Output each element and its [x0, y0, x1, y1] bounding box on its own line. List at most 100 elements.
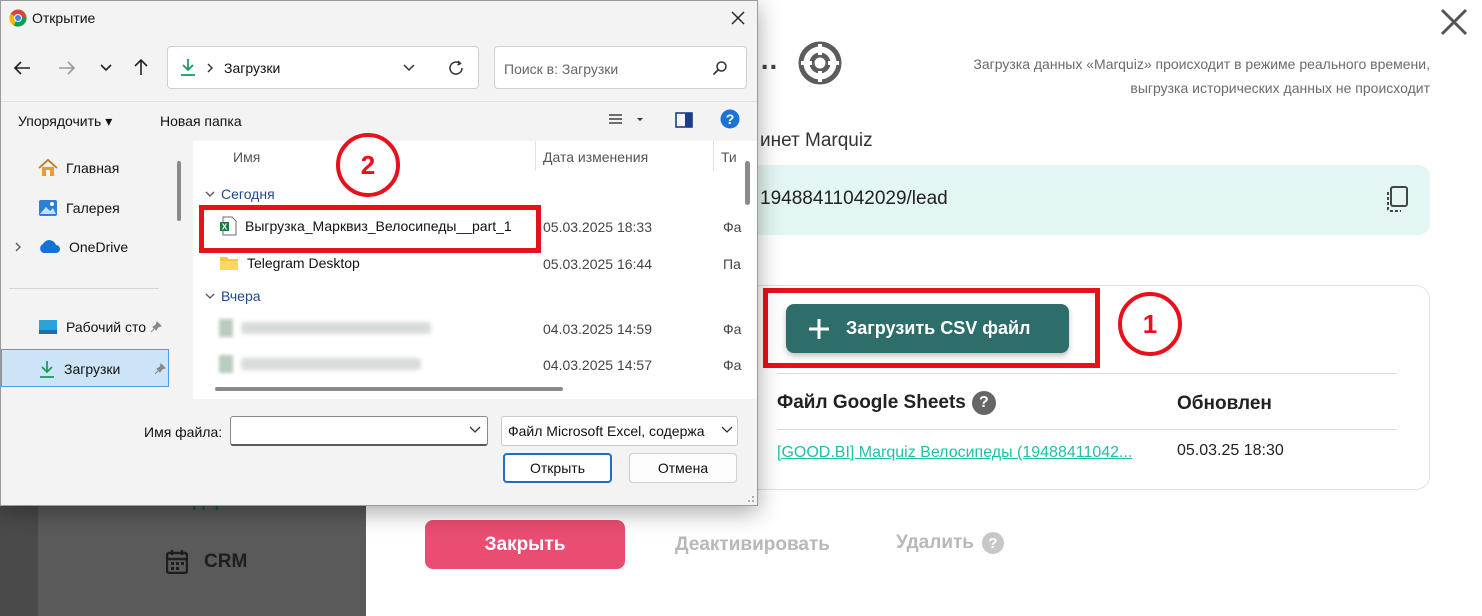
- annotation-box-1: [763, 288, 1100, 368]
- sidebar-item-label: Рабочий сто: [66, 319, 147, 335]
- chevron-down-icon: [205, 293, 215, 299]
- blurred-file-icon: [219, 355, 233, 373]
- file-row-blurred[interactable]: [219, 355, 421, 373]
- blurred-file-name: [241, 358, 421, 370]
- filename-input[interactable]: [230, 416, 488, 446]
- group-yesterday-label: Вчера: [221, 288, 261, 304]
- annotation-box-2: [199, 205, 541, 253]
- sidebar-divider: [9, 288, 159, 289]
- sidebar-item-onedrive[interactable]: OneDrive: [13, 239, 128, 255]
- col-header-updated: Обновлен: [1177, 393, 1272, 414]
- delete-button[interactable]: Удалить ?: [896, 532, 1004, 554]
- chevron-right-icon[interactable]: [13, 242, 23, 252]
- col-separator[interactable]: [535, 141, 536, 171]
- chrome-icon: [9, 9, 27, 27]
- sidebar-item-downloads[interactable]: Загрузки: [38, 359, 167, 379]
- pin-icon[interactable]: [154, 363, 167, 375]
- group-today[interactable]: Сегодня: [205, 186, 275, 202]
- preview-pane-icon[interactable]: [675, 112, 693, 128]
- vertical-scrollbar[interactable]: [745, 161, 750, 205]
- cloud-icon: [40, 240, 60, 253]
- pin-icon[interactable]: [150, 321, 162, 333]
- sidebar-item-home[interactable]: Главная: [38, 159, 119, 177]
- sidebar-scrollbar[interactable]: [177, 161, 181, 221]
- chevron-down-icon: [205, 191, 215, 197]
- filename-label: Имя файла:: [144, 424, 223, 440]
- file-date: 04.03.2025 14:59: [543, 321, 652, 337]
- open-button[interactable]: Открыть: [503, 453, 612, 483]
- sidebar-item-desktop[interactable]: Рабочий сто: [38, 319, 162, 335]
- calendar-icon: [166, 550, 188, 574]
- divider: [777, 373, 1397, 374]
- up-button[interactable]: [129, 55, 153, 79]
- organize-label: Упорядочить: [18, 113, 102, 129]
- annotation-circle-2: 2: [336, 133, 400, 197]
- arrow-right-icon: [59, 61, 76, 75]
- blurred-file-name: [241, 322, 431, 334]
- file-type: Фа: [723, 219, 742, 235]
- col-header-type[interactable]: Ти: [721, 149, 737, 165]
- new-folder-button[interactable]: Новая папка: [160, 113, 242, 129]
- chevron-right-icon: [207, 63, 213, 73]
- forward-button[interactable]: [55, 56, 79, 80]
- resize-grip-icon[interactable]: [745, 493, 755, 503]
- refresh-icon[interactable]: [447, 59, 465, 77]
- chevron-down-icon[interactable]: [402, 63, 416, 73]
- horizontal-scrollbar[interactable]: [215, 387, 563, 391]
- cabinet-title: инет Marquiz: [760, 130, 873, 151]
- desktop-icon: [39, 320, 57, 334]
- chevron-down-icon[interactable]: [469, 426, 481, 434]
- updated-value: 05.03.25 18:30: [1177, 442, 1284, 459]
- arrow-left-icon: [13, 61, 30, 75]
- crm-label: CRM: [204, 551, 248, 572]
- folder-icon: [220, 257, 238, 270]
- cancel-button[interactable]: Отмена: [629, 453, 737, 483]
- webhook-url-text: 19488411042029/lead: [760, 188, 948, 209]
- svg-text:?: ?: [726, 111, 735, 127]
- recent-locations-button[interactable]: [94, 56, 118, 80]
- col-separator[interactable]: [713, 141, 714, 171]
- help-icon[interactable]: ?: [971, 391, 996, 415]
- group-yesterday[interactable]: Вчера: [205, 288, 261, 304]
- view-list-icon[interactable]: [608, 113, 644, 127]
- file-name: Telegram Desktop: [247, 255, 360, 271]
- divider: [777, 429, 1397, 430]
- col-header-file: Файл Google Sheets?: [777, 391, 996, 415]
- home-icon: [38, 159, 58, 176]
- blurred-file-icon: [219, 319, 233, 337]
- file-type: Па: [723, 256, 741, 272]
- close-button[interactable]: Закрыть: [425, 520, 625, 569]
- copy-icon[interactable]: [1384, 185, 1410, 213]
- filetype-select[interactable]: Файл Microsoft Excel, содержа: [501, 416, 738, 446]
- help-icon[interactable]: ?: [982, 532, 1004, 554]
- file-open-dialog: Открытие Загрузки Поиск в: Загрузки Упор…: [0, 0, 758, 506]
- file-date: 04.03.2025 14:57: [543, 357, 652, 373]
- help-icon[interactable]: ?: [720, 109, 740, 129]
- sidebar-item-gallery[interactable]: Галерея: [38, 199, 120, 217]
- deactivate-button[interactable]: Деактивировать: [675, 534, 830, 556]
- col-header-name[interactable]: Имя: [233, 149, 260, 165]
- back-button[interactable]: [10, 56, 34, 80]
- gallery-icon: [39, 200, 57, 216]
- col-header-date[interactable]: Дата изменения: [543, 149, 648, 165]
- col-header-file-label: Файл Google Sheets: [777, 392, 966, 414]
- search-placeholder: Поиск в: Загрузки: [504, 61, 619, 77]
- close-icon: [731, 11, 745, 25]
- download-icon: [40, 361, 54, 378]
- dialog-close-button[interactable]: [725, 5, 751, 31]
- sidebar-item-label: Главная: [66, 160, 120, 176]
- chevron-down-icon[interactable]: [721, 426, 733, 434]
- nav-item-crm[interactable]: CRM: [166, 550, 247, 574]
- organize-menu[interactable]: Упорядочить ▾: [18, 113, 112, 130]
- file-date: 05.03.2025 18:33: [543, 219, 652, 235]
- sidebar-item-label: Галерея: [66, 200, 120, 216]
- file-date: 05.03.2025 16:44: [543, 256, 652, 272]
- annotation-circle-1: 1: [1118, 292, 1182, 356]
- chevron-down-icon: [100, 64, 112, 72]
- file-row-blurred[interactable]: [219, 319, 431, 337]
- sheet-link[interactable]: [GOOD.BI] Marquiz Велосипеды (1948841104…: [777, 444, 1132, 462]
- search-icon[interactable]: [712, 60, 728, 76]
- close-icon[interactable]: [1436, 4, 1472, 40]
- file-row-folder[interactable]: Telegram Desktop: [219, 255, 360, 271]
- lifebuoy-icon[interactable]: [798, 41, 842, 85]
